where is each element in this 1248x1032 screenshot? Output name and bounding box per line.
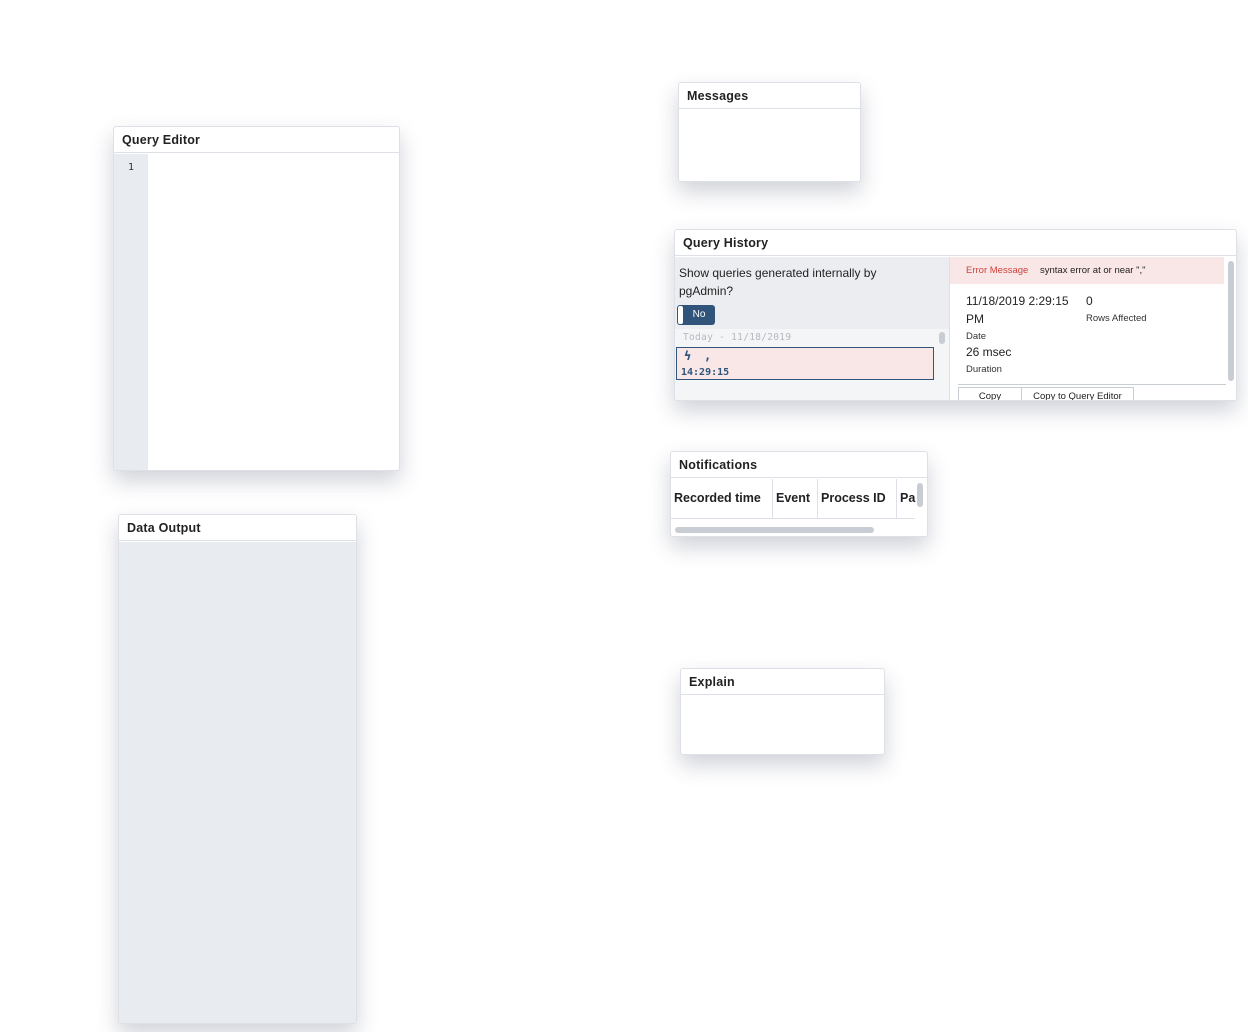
rows-affected-label: Rows Affected: [1086, 313, 1147, 324]
date-label: Date: [966, 331, 987, 342]
date-value: 11/18/2019 2:29:15 PM: [966, 294, 1069, 326]
history-detail-scrollbar[interactable]: [1228, 261, 1234, 381]
detail-divider: [958, 384, 1226, 385]
column-header-process-id[interactable]: Process ID: [818, 479, 897, 518]
column-header-recorded-time[interactable]: Recorded time: [671, 479, 773, 518]
history-entry[interactable]: ϟ , 14:29:15: [676, 347, 934, 380]
notifications-panel: Notifications Recorded time Event Proces…: [670, 451, 928, 537]
history-group-date: Today - 11/18/2019: [683, 332, 792, 343]
toggle-knob: [678, 306, 683, 324]
data-output-grid: [119, 542, 356, 1023]
duration-label: Duration: [966, 364, 1002, 375]
explain-panel: Explain: [680, 668, 885, 755]
notifications-table-header: Recorded time Event Process ID Pa: [671, 479, 915, 519]
internal-queries-question: Show queries generated internally by pgA…: [679, 266, 877, 298]
messages-title[interactable]: Messages: [679, 83, 860, 109]
data-output-title[interactable]: Data Output: [119, 515, 356, 541]
notifications-horizontal-scrollbar[interactable]: [675, 527, 874, 533]
rows-affected-value: 0: [1086, 294, 1093, 308]
explain-title[interactable]: Explain: [681, 669, 884, 695]
history-detail-pane: Error Message syntax error at or near ",…: [949, 257, 1236, 400]
line-number-gutter: 1: [114, 154, 148, 470]
history-list-scrollbar[interactable]: [939, 332, 945, 344]
lightning-icon: ϟ: [684, 349, 692, 363]
query-history-panel: Query History Show queries generated int…: [674, 229, 1237, 401]
query-editor-body[interactable]: 1: [114, 154, 399, 470]
query-history-title[interactable]: Query History: [675, 230, 1236, 256]
history-entry-time: 14:29:15: [681, 367, 730, 378]
copy-button[interactable]: Copy: [958, 387, 1022, 400]
column-header-event[interactable]: Event: [773, 479, 818, 518]
notifications-title[interactable]: Notifications: [671, 452, 927, 478]
data-output-panel: Data Output: [118, 514, 357, 1024]
error-message-bar: Error Message syntax error at or near ",…: [950, 257, 1224, 284]
query-editor-panel: Query Editor 1: [113, 126, 400, 471]
history-group: Today - 11/18/2019 ϟ , 14:29:15: [675, 329, 949, 400]
copy-to-query-editor-button[interactable]: Copy to Query Editor: [1021, 387, 1134, 400]
duration-value: 26 msec: [966, 345, 1012, 359]
history-list-pane: Show queries generated internally by pgA…: [675, 257, 949, 400]
notifications-vertical-scrollbar[interactable]: [917, 483, 923, 507]
toggle-label: No: [692, 309, 706, 320]
messages-panel: Messages: [678, 82, 861, 182]
query-editor-title[interactable]: Query Editor: [114, 127, 399, 153]
column-header-payload[interactable]: Pa: [897, 479, 917, 518]
error-message-text: syntax error at or near ",": [1040, 265, 1146, 276]
internal-queries-toggle[interactable]: No: [677, 305, 715, 325]
history-entry-query: ,: [704, 349, 712, 363]
line-number: 1: [127, 162, 134, 173]
error-message-label: Error Message: [966, 265, 1029, 276]
